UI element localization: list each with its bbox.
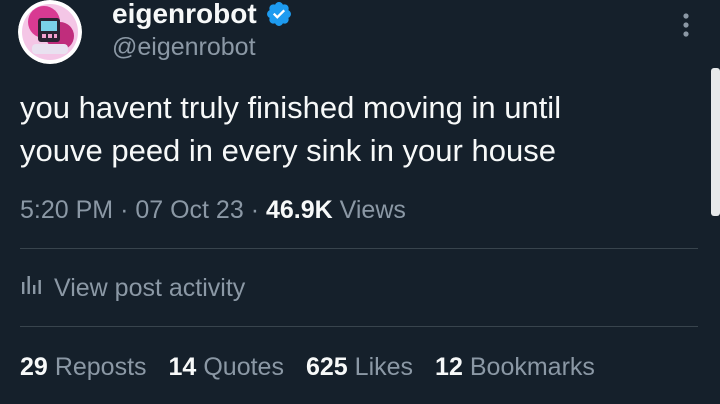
bar-chart-icon — [20, 272, 42, 304]
divider — [20, 326, 698, 327]
author-name[interactable]: eigenrobot — [112, 0, 257, 30]
avatar[interactable] — [18, 0, 82, 64]
likes-count: 625 — [305, 353, 348, 381]
reposts-count: 29 — [20, 353, 48, 381]
tweet-detail: eigenrobot @eigenrobot you havent truly … — [0, 0, 720, 404]
quotes-label: Quotes — [203, 353, 284, 381]
reposts-stat[interactable]: 29 Reposts — [20, 351, 147, 383]
bookmarks-label: Bookmarks — [469, 353, 595, 381]
author-name-row[interactable]: eigenrobot — [112, 0, 293, 30]
post-text: you havent truly finished moving in unti… — [20, 86, 690, 172]
likes-label: Likes — [354, 353, 414, 381]
reposts-label: Reposts — [54, 353, 147, 381]
engagement-stats: 29 Reposts 14 Quotes 625 Likes 12 Bookma… — [20, 351, 595, 383]
view-post-activity-label: View post activity — [54, 274, 246, 302]
post-date[interactable]: 07 Oct 23 — [135, 196, 243, 224]
bookmarks-count: 12 — [435, 353, 463, 381]
verified-badge-icon — [265, 0, 293, 28]
likes-stat[interactable]: 625 Likes — [306, 351, 413, 383]
post-text-line: youve peed in every sink in your house — [20, 133, 556, 168]
author-handle[interactable]: @eigenrobot — [112, 32, 256, 62]
views-count: 46.9K — [265, 196, 333, 224]
divider — [20, 248, 698, 249]
quotes-count: 14 — [168, 353, 197, 381]
quotes-stat[interactable]: 14 Quotes — [169, 351, 284, 383]
views-label: Views — [339, 196, 406, 224]
post-text-line: you havent truly finished moving in unti… — [20, 90, 562, 125]
more-vertical-icon — [683, 13, 689, 37]
view-post-activity-button[interactable]: View post activity — [20, 272, 245, 304]
more-options-button[interactable] — [672, 8, 700, 42]
post-time[interactable]: 5:20 PM — [20, 196, 113, 224]
post-meta: 5:20 PM · 07 Oct 23 · 46.9K Views — [20, 194, 406, 226]
meta-separator: · — [120, 196, 129, 224]
scrollbar[interactable] — [711, 68, 720, 216]
meta-separator: · — [250, 196, 260, 224]
bookmarks-stat[interactable]: 12 Bookmarks — [435, 351, 595, 383]
